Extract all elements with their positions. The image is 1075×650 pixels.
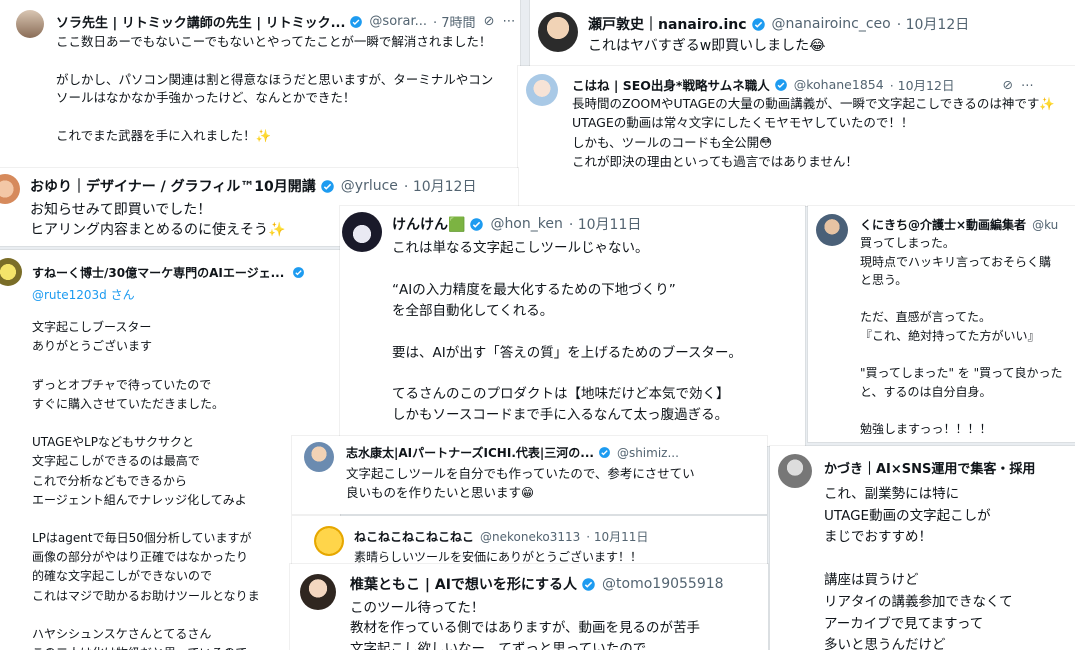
user-name[interactable]: ねこねこねこねこねこ <box>354 528 474 545</box>
grok-icon[interactable]: ⊘ <box>484 14 495 29</box>
tweet-text: 文字起こしツールを自分でも作っていたので、参考にさせてい 良いものを作りたいと思… <box>346 466 695 501</box>
user-name[interactable]: くにきち@介護士×動画編集者 <box>860 216 1026 233</box>
reply-to[interactable]: @rute1203d さん <box>32 286 135 303</box>
user-handle[interactable]: @sorar... <box>369 14 427 29</box>
verified-badge-icon <box>350 15 363 28</box>
user-name[interactable]: けんけん🟩 <box>392 214 465 234</box>
user-name[interactable]: 志水康太|AIパートナーズICHI.代表|三河の... <box>346 444 594 461</box>
user-name[interactable]: おゆり｜デザイナー / グラフィル™10月開講 <box>30 176 316 196</box>
tweet-card-shiiba[interactable]: 椎葉ともこ | AIで想いを形にする人 @tomo19055918 このツール待… <box>290 564 768 650</box>
verified-badge-icon <box>293 267 305 278</box>
tweet-text: 長時間のZOOMやUTAGEの大量の動画講義が、一瞬で文字起こしできるのは神です… <box>572 96 1055 170</box>
tweet-text: ここ数日あーでもないこーでもないとやってたことが一瞬で解消されました！ がしかし… <box>56 34 494 143</box>
tweet-text: これ、副業勢には特に UTAGE動画の文字起こしが まじでおすすめ！ 講座は買う… <box>824 486 1013 650</box>
timestamp[interactable]: · 7時間 <box>433 12 476 31</box>
user-handle[interactable]: @shimiz... <box>617 446 679 460</box>
avatar[interactable] <box>314 526 344 556</box>
more-icon[interactable]: ⋯ <box>1021 77 1034 92</box>
tweet-card-kunikichi[interactable]: くにきち@介護士×動画編集者 @ku 買ってしまった。 現時点でハッキリ言ってお… <box>808 206 1075 442</box>
avatar[interactable] <box>0 174 20 204</box>
tweet-card-neko[interactable]: ねこねこねこねこねこ @nekoneko3113 · 10月11日 素晴らしいツ… <box>292 516 767 564</box>
timestamp[interactable]: · 10月12日 <box>404 176 477 196</box>
user-name[interactable]: かづき｜AI×SNS運用で集客・採用 <box>824 458 1035 477</box>
user-handle[interactable]: @nekoneko3113 <box>480 530 580 544</box>
more-icon[interactable]: ⋯ <box>502 14 515 29</box>
timestamp[interactable]: · 10月12日 <box>890 75 955 94</box>
timestamp[interactable]: · 10月11日 <box>569 214 642 234</box>
tweet-card-kenken[interactable]: けんけん🟩 @hon_ken · 10月11日 これは単なる文字起こしツールじゃ… <box>340 206 805 446</box>
tweet-text: これはヤバすぎるw即買いしました😂 <box>588 38 826 54</box>
user-handle[interactable]: @hon_ken <box>490 216 562 232</box>
timestamp[interactable]: · 10月12日 <box>897 14 970 34</box>
tweet-text: 文字起こしブースター ありがとうございます ずっとオプチャで待っていたので すぐ… <box>32 320 260 650</box>
avatar[interactable] <box>778 454 812 488</box>
tweet-card-kadgi[interactable]: かづき｜AI×SNS運用で集客・採用 これ、副業勢には特に UTAGE動画の文字… <box>770 446 1075 650</box>
user-name[interactable]: 瀬戸敦史｜nanairo.inc <box>588 14 747 34</box>
avatar[interactable] <box>300 574 336 610</box>
tweet-card-shimizu[interactable]: 志水康太|AIパートナーズICHI.代表|三河の... @shimiz... 文… <box>292 436 767 514</box>
verified-badge-icon <box>774 78 787 91</box>
verified-badge-icon <box>321 179 334 193</box>
tweet-card-seto[interactable]: 瀬戸敦史｜nanairo.inc @nanairoinc_ceo · 10月12… <box>530 0 1075 66</box>
user-handle[interactable]: @yrluce <box>341 178 398 194</box>
user-handle[interactable]: @nanairoinc_ceo <box>772 16 891 32</box>
tweet-text: 素晴らしいツールを安価にありがとうございます！！ <box>354 550 643 564</box>
avatar[interactable] <box>342 212 382 252</box>
tweet-card-sneak[interactable]: すねーく博士/30億マーケ専門のAIエージェ... @rute1203d さん … <box>0 250 340 650</box>
user-name[interactable]: 椎葉ともこ | AIで想いを形にする人 <box>350 574 577 594</box>
tweet-text: これは単なる文字起こしツールじゃない。 “AIの入力精度を最大化するための下地づ… <box>392 240 742 424</box>
user-name[interactable]: こはね | SEO出身*戦略サムネ職人 <box>572 75 770 94</box>
user-name[interactable]: ソラ先生 | リトミック講師の先生 | リトミック... <box>56 12 345 31</box>
avatar[interactable] <box>0 258 22 286</box>
tweet-text: このツール待ってた！ 教材を作っている側ではありますが、動画を見るのが苦手 文字… <box>350 600 701 650</box>
avatar[interactable] <box>526 74 558 106</box>
tweet-text: 買ってしまった。 現時点でハッキリ言っておそらく購 と思う。 ただ、直感が言って… <box>860 236 1063 436</box>
user-name[interactable]: すねーく博士/30億マーケ専門のAIエージェ... <box>32 264 284 281</box>
avatar[interactable] <box>304 442 334 472</box>
timestamp[interactable]: · 10月11日 <box>586 528 648 545</box>
avatar[interactable] <box>538 12 578 52</box>
grok-icon[interactable]: ⊘ <box>1002 77 1012 92</box>
avatar[interactable] <box>816 214 848 246</box>
user-handle[interactable]: @tomo19055918 <box>602 576 724 592</box>
tweet-text: お知らせみて即買いでした！ ヒアリング内容まとめるのに使えそう✨ <box>30 202 286 239</box>
verified-badge-icon <box>470 217 484 231</box>
avatar[interactable] <box>16 10 44 38</box>
verified-badge-icon <box>599 447 610 458</box>
verified-badge-icon <box>751 17 765 31</box>
tweet-card-sora[interactable]: ソラ先生 | リトミック講師の先生 | リトミック... @sorar... ·… <box>0 0 520 170</box>
user-handle[interactable]: @ku <box>1032 218 1058 232</box>
tweet-card-kohane[interactable]: こはね | SEO出身*戦略サムネ職人 @kohane1854 · 10月12日… <box>518 66 1075 206</box>
verified-badge-icon <box>582 577 595 591</box>
user-handle[interactable]: @kohane1854 <box>794 77 884 92</box>
